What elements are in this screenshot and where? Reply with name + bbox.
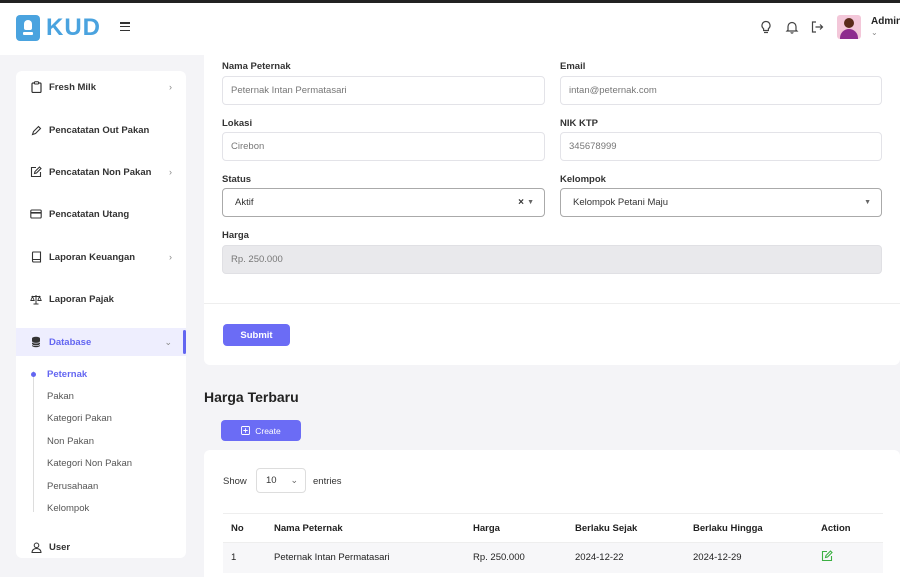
cell-no: 1 bbox=[231, 552, 237, 563]
sidebar-item-user[interactable]: User bbox=[16, 533, 186, 561]
edit-icon[interactable] bbox=[821, 550, 833, 562]
cell-berlaku-hingga: 2024-12-29 bbox=[693, 552, 742, 563]
status-selected-value: Aktif bbox=[235, 197, 254, 208]
sidebar-item-label: Laporan Keuangan bbox=[49, 251, 136, 263]
submenu-item-pakan[interactable]: Pakan bbox=[47, 391, 74, 402]
chevron-down-icon: ⌄ bbox=[164, 336, 172, 347]
cell-nama-peternak: Peternak Intan Permatasari bbox=[274, 552, 390, 563]
nik-ktp-input[interactable]: 345678999 bbox=[560, 132, 882, 161]
nama-peternak-label: Nama Peternak bbox=[222, 61, 291, 72]
lokasi-label: Lokasi bbox=[222, 118, 253, 129]
sidebar-item-pencatatan-out-pakan[interactable]: Pencatatan Out Pakan bbox=[16, 116, 186, 144]
kelompok-selected-value: Kelompok Petani Maju bbox=[573, 197, 669, 208]
column-header-no[interactable]: No bbox=[231, 523, 244, 534]
milk-bottle-icon bbox=[16, 15, 40, 41]
table-header-row: No Nama Peternak Harga Berlaku Sejak Ber… bbox=[223, 513, 883, 543]
sidebar-item-fresh-milk[interactable]: Fresh Milk › bbox=[16, 73, 186, 101]
entries-value: 10 bbox=[266, 475, 277, 486]
bell-icon[interactable] bbox=[785, 20, 799, 34]
sidebar-item-label: Laporan Pajak bbox=[49, 293, 114, 305]
chevron-right-icon: › bbox=[169, 167, 172, 177]
sidebar-item-label: Pencatatan Non Pakan bbox=[49, 166, 152, 178]
email-label: Email bbox=[560, 61, 586, 72]
form-divider bbox=[204, 303, 900, 304]
submenu-item-non-pakan[interactable]: Non Pakan bbox=[47, 436, 94, 447]
brand-name: KUD bbox=[46, 14, 101, 41]
edit-square-icon bbox=[30, 166, 42, 178]
column-header-action: Action bbox=[821, 523, 851, 534]
book-icon bbox=[30, 251, 42, 263]
menu-toggle-icon[interactable] bbox=[120, 22, 130, 31]
chevron-right-icon: › bbox=[169, 82, 172, 92]
clear-selection-icon[interactable]: × bbox=[518, 197, 524, 208]
harga-terbaru-title: Harga Terbaru bbox=[204, 389, 299, 405]
harga-label: Harga bbox=[222, 230, 249, 241]
kelompok-label: Kelompok bbox=[560, 174, 606, 185]
chevron-down-icon: ⌄ bbox=[290, 475, 298, 485]
sidebar-item-label: User bbox=[49, 541, 71, 553]
cell-berlaku-sejak: 2024-12-22 bbox=[575, 552, 624, 563]
entries-label: entries bbox=[313, 476, 342, 487]
lokasi-input[interactable]: Cirebon bbox=[222, 132, 545, 161]
clipboard-icon bbox=[30, 81, 42, 93]
kelompok-select[interactable]: Kelompok Petani Maju ▼ bbox=[560, 188, 882, 217]
top-navbar: KUD Admin ⌄ bbox=[0, 0, 900, 55]
chevron-right-icon: › bbox=[169, 252, 172, 262]
top-edge-bar bbox=[0, 0, 900, 3]
sidebar-item-database[interactable]: Database ⌄ bbox=[16, 328, 186, 356]
peternak-form-card: Nama Peternak Peternak Intan Permatasari… bbox=[204, 55, 900, 365]
entries-per-page-select[interactable]: 10 ⌄ bbox=[256, 468, 306, 493]
submenu-item-kelompok[interactable]: Kelompok bbox=[47, 503, 89, 514]
show-label: Show bbox=[223, 476, 247, 487]
submenu-item-perusahaan[interactable]: Perusahaan bbox=[47, 481, 98, 492]
lightbulb-icon[interactable] bbox=[759, 20, 773, 34]
submenu-item-kategori-pakan[interactable]: Kategori Pakan bbox=[47, 413, 112, 424]
status-label: Status bbox=[222, 174, 252, 185]
sidebar-item-label: Database bbox=[49, 336, 92, 348]
database-icon bbox=[30, 336, 42, 348]
submenu-item-kategori-non-pakan[interactable]: Kategori Non Pakan bbox=[47, 458, 132, 469]
create-button[interactable]: Create bbox=[221, 420, 301, 441]
pencil-icon bbox=[30, 124, 42, 136]
plus-square-icon bbox=[241, 426, 251, 435]
submenu-active-dot bbox=[31, 372, 36, 377]
scale-icon bbox=[30, 293, 42, 305]
logout-icon[interactable] bbox=[810, 20, 824, 34]
sidebar-item-pencatatan-non-pakan[interactable]: Pencatatan Non Pakan › bbox=[16, 158, 186, 186]
table-row: 1 Peternak Intan Permatasari Rp. 250.000… bbox=[223, 543, 883, 573]
harga-input: Rp. 250.000 bbox=[222, 245, 882, 274]
brand-logo[interactable]: KUD bbox=[16, 14, 101, 42]
sidebar-item-label: Fresh Milk bbox=[49, 81, 96, 93]
nik-ktp-label: NIK KTP bbox=[560, 118, 598, 129]
column-header-nama-peternak[interactable]: Nama Peternak bbox=[274, 523, 343, 534]
admin-dropdown-caret[interactable]: ⌄ bbox=[871, 28, 878, 37]
sidebar-item-pencatatan-utang[interactable]: Pencatatan Utang bbox=[16, 200, 186, 228]
column-header-harga[interactable]: Harga bbox=[473, 523, 500, 534]
sidebar-item-laporan-keuangan[interactable]: Laporan Keuangan › bbox=[16, 243, 186, 271]
credit-card-icon bbox=[30, 208, 42, 220]
chevron-down-icon: ▼ bbox=[864, 199, 871, 206]
column-header-berlaku-sejak[interactable]: Berlaku Sejak bbox=[575, 523, 637, 534]
user-icon bbox=[30, 541, 42, 553]
status-select[interactable]: Aktif × ▼ bbox=[222, 188, 545, 217]
cell-harga: Rp. 250.000 bbox=[473, 552, 525, 563]
column-header-berlaku-hingga[interactable]: Berlaku Hingga bbox=[693, 523, 763, 534]
harga-table-card: Show 10 ⌄ entries No Nama Peternak Harga… bbox=[204, 450, 900, 577]
create-button-label: Create bbox=[255, 425, 281, 436]
sidebar-item-label: Pencatatan Utang bbox=[49, 208, 130, 220]
email-input[interactable]: intan@peternak.com bbox=[560, 76, 882, 105]
nama-peternak-input[interactable]: Peternak Intan Permatasari bbox=[222, 76, 545, 105]
chevron-down-icon: ▼ bbox=[527, 199, 534, 206]
submenu-guide-line bbox=[33, 371, 34, 512]
user-avatar[interactable] bbox=[837, 15, 861, 39]
admin-username[interactable]: Admin bbox=[871, 16, 900, 27]
submenu-item-peternak[interactable]: Peternak bbox=[47, 369, 87, 380]
sidebar-item-label: Pencatatan Out Pakan bbox=[49, 124, 150, 136]
sidebar: Fresh Milk › Pencatatan Out Pakan Pencat… bbox=[16, 71, 186, 558]
submit-button[interactable]: Submit bbox=[223, 324, 290, 346]
sidebar-item-laporan-pajak[interactable]: Laporan Pajak bbox=[16, 285, 186, 313]
